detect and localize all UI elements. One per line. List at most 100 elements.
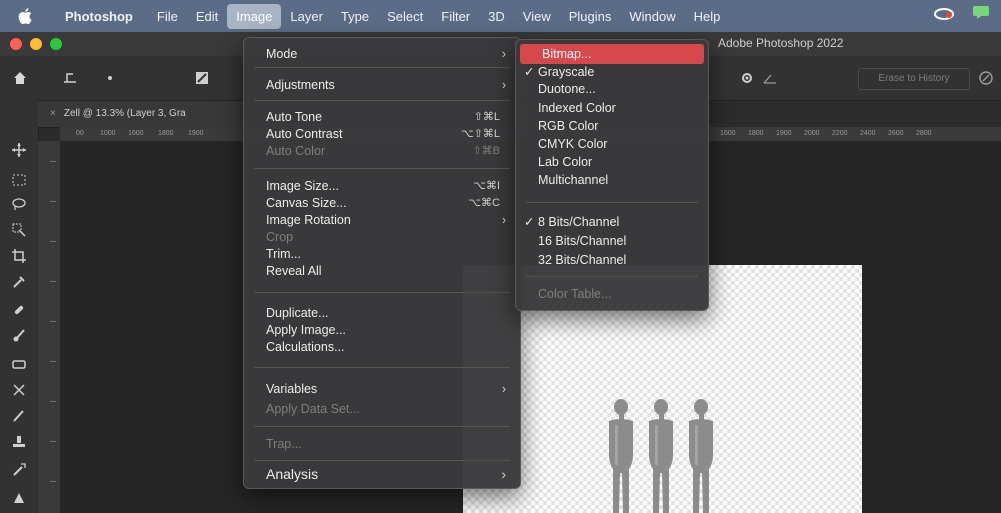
ruler-mark: 2200 [832, 130, 848, 137]
menu-item-rgb-color[interactable]: RGB Color [516, 116, 708, 136]
stamp-tool-icon[interactable] [9, 432, 29, 452]
blur-tool-icon[interactable] [9, 380, 29, 400]
menu-type[interactable]: Type [332, 4, 378, 29]
menu-item-bitmap[interactable]: Bitmap... [520, 44, 704, 64]
menu-item-label: Image Size... [266, 179, 339, 193]
menu-item-duotone[interactable]: Duotone... [516, 79, 708, 99]
menu-item-calculations[interactable]: Calculations... [244, 337, 520, 357]
ruler-mark: 1800 [158, 130, 174, 137]
menu-item-8-bits[interactable]: ✓ 8 Bits/Channel [516, 212, 708, 232]
healing-brush-tool-icon[interactable] [9, 300, 29, 320]
menu-layer[interactable]: Layer [281, 4, 332, 29]
window-close-button[interactable] [10, 38, 22, 50]
apple-logo-icon[interactable] [14, 5, 36, 27]
ruler-mark: 1900 [776, 130, 792, 137]
menu-item-16-bits[interactable]: 16 Bits/Channel [516, 231, 708, 251]
menu-item-label: Mode [266, 47, 298, 61]
menu-item-variables[interactable]: Variables › [244, 379, 520, 399]
menu-item-multichannel[interactable]: Multichannel [516, 170, 708, 190]
checkmark-icon: ✓ [524, 215, 535, 229]
eyedropper-tool-icon[interactable] [9, 272, 29, 292]
menu-item-cmyk-color[interactable]: CMYK Color [516, 134, 708, 154]
menu-item-label: Duotone... [538, 82, 596, 96]
menu-3d[interactable]: 3D [479, 4, 514, 29]
shortcut-label: ⇧⌘B [472, 145, 500, 157]
ruler-mark: 2400 [860, 130, 876, 137]
menu-image[interactable]: Image [227, 3, 282, 29]
menu-item-label: Analysis [266, 466, 319, 482]
pressure-icon[interactable] [976, 68, 996, 88]
ruler-mark: 1900 [188, 130, 204, 137]
menu-window[interactable]: Window [620, 4, 684, 29]
menu-item-lab-color[interactable]: Lab Color [516, 152, 708, 172]
menu-plugins[interactable]: Plugins [560, 4, 621, 29]
brush-tool-icon[interactable] [9, 326, 29, 346]
menu-item-auto-color: Auto Color ⇧⌘B [244, 141, 520, 161]
eraser-tool-icon[interactable] [9, 354, 29, 374]
vertical-ruler [38, 141, 61, 513]
brush-size-icon[interactable] [100, 68, 120, 88]
menu-item-label: Reveal All [266, 264, 322, 278]
menu-item-reveal-all[interactable]: Reveal All [244, 261, 520, 281]
tools-panel [0, 100, 39, 513]
menu-item-label: Indexed Color [538, 101, 616, 115]
menu-item-label: Duplicate... [266, 306, 329, 320]
chevron-right-icon: › [501, 466, 506, 482]
marquee-tool-icon[interactable] [9, 170, 29, 190]
menu-item-label: Apply Image... [266, 323, 346, 337]
messages-icon[interactable] [971, 4, 991, 25]
window-title: Adobe Photoshop 2022 [718, 36, 844, 50]
menu-item-label: Adjustments [266, 78, 335, 92]
menu-item-adjustments[interactable]: Adjustments › [244, 75, 520, 95]
home-icon[interactable] [10, 68, 30, 88]
menu-item-analysis[interactable]: Analysis › [244, 464, 520, 484]
move-tool-icon[interactable] [9, 140, 29, 160]
ruler-mark: 2800 [916, 130, 932, 137]
menu-item-label: 32 Bits/Channel [538, 253, 627, 267]
tool-preset-icon[interactable] [60, 68, 80, 88]
document-tab[interactable]: × Zell @ 13.3% (Layer 3, Gra [38, 101, 255, 127]
menu-item-label: Trim... [266, 247, 301, 261]
object-selection-tool-icon[interactable] [9, 220, 29, 240]
menu-item-label: Multichannel [538, 173, 609, 187]
lasso-tool-icon[interactable] [9, 194, 29, 214]
menu-item-label: RGB Color [538, 119, 599, 133]
menu-item-label: Trap... [266, 437, 302, 451]
menu-item-apply-data-set: Apply Data Set... [244, 399, 520, 419]
macos-menu-bar: Photoshop File Edit Image Layer Type Sel… [0, 0, 1001, 32]
menu-filter[interactable]: Filter [432, 4, 479, 29]
menu-edit[interactable]: Edit [187, 4, 227, 29]
menu-select[interactable]: Select [378, 4, 432, 29]
menu-file[interactable]: File [148, 4, 187, 29]
ruler-mark: 1800 [748, 130, 764, 137]
menu-photoshop[interactable]: Photoshop [56, 4, 142, 29]
menu-view[interactable]: View [514, 4, 560, 29]
ruler-mark: 1600 [128, 130, 144, 137]
menu-help[interactable]: Help [685, 4, 730, 29]
menu-item-color-table: Color Table... [516, 284, 708, 304]
pen-tool-icon[interactable] [9, 406, 29, 426]
menu-item-32-bits[interactable]: 32 Bits/Channel [516, 250, 708, 270]
tab-close-icon[interactable]: × [50, 108, 56, 119]
chevron-right-icon: › [501, 47, 506, 61]
mode-submenu-dropdown: Bitmap... ✓ Grayscale Duotone... Indexed … [515, 39, 709, 311]
menu-item-label: Crop [266, 230, 294, 244]
erase-to-history-button[interactable]: Erase to History [858, 68, 970, 90]
creative-cloud-icon[interactable] [933, 4, 955, 25]
window-zoom-button[interactable] [50, 38, 62, 50]
menu-item-mode[interactable]: Mode › [244, 44, 520, 64]
settings-gear-icon[interactable] [737, 68, 757, 88]
crop-tool-icon[interactable] [9, 246, 29, 266]
history-brush-tool-icon[interactable] [9, 460, 29, 480]
menu-item-label: Bitmap... [542, 47, 592, 61]
angle-icon[interactable] [760, 68, 780, 88]
ruler-mark: 2000 [804, 130, 820, 137]
ruler-mark: 2600 [888, 130, 904, 137]
menu-item-trap: Trap... [244, 434, 520, 454]
chevron-right-icon: › [501, 382, 506, 396]
gradient-tool-icon[interactable] [9, 488, 29, 508]
window-minimize-button[interactable] [30, 38, 42, 50]
image-menu-dropdown: Mode › Adjustments › Auto Tone ⇧⌘L Auto Con… [243, 37, 521, 489]
brush-settings-icon[interactable] [192, 68, 212, 88]
menu-item-indexed-color[interactable]: Indexed Color [516, 98, 708, 118]
